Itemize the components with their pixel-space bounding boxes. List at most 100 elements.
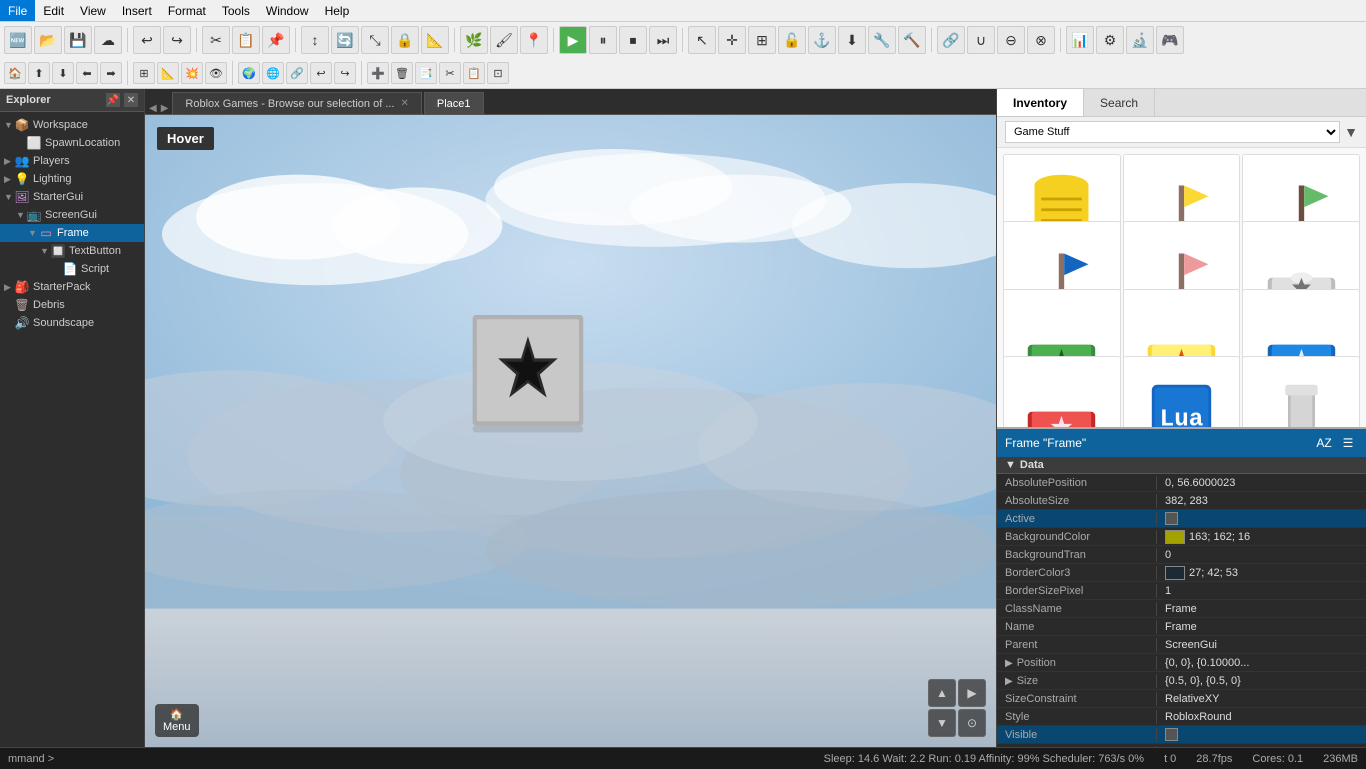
position-expand-icon[interactable]: ▶	[1005, 658, 1013, 669]
prop-value-sizeconstraint[interactable]: RelativeXY	[1157, 692, 1366, 706]
prop-value-zindex[interactable]: 1	[1157, 746, 1366, 748]
menu-button-overlay[interactable]: 🏠 Menu	[155, 704, 199, 737]
tab-browser-close[interactable]: ✕	[401, 98, 409, 109]
toolbar2-delete-button[interactable]: 🗑	[391, 62, 413, 84]
tree-item-spawnlocation[interactable]: ⬜ SpawnLocation	[0, 134, 144, 152]
size-expand-icon[interactable]: ▶	[1005, 676, 1013, 687]
toolbar-lock-button[interactable]: 🔓	[778, 26, 806, 54]
tree-item-screengui[interactable]: ▼ 📺 ScreenGui	[0, 206, 144, 224]
textbutton-arrow[interactable]: ▼	[40, 246, 50, 256]
prop-value-style[interactable]: RobloxRound	[1157, 710, 1366, 724]
tree-item-starterpack[interactable]: ▶ 🎒 StarterPack	[0, 278, 144, 296]
startergui-arrow[interactable]: ▼	[4, 192, 14, 202]
tree-item-textbutton[interactable]: ▼ 🔲 TextButton	[0, 242, 144, 260]
menu-format[interactable]: Format	[160, 0, 214, 21]
prop-value-bordercolor[interactable]: 27; 42; 53	[1157, 565, 1366, 581]
toolbar2-duplicate-button[interactable]: 📑	[415, 62, 437, 84]
viewport[interactable]: Hover 🏠 Menu ▲ ▶ ▼ ⊙	[145, 115, 996, 747]
tree-item-debris[interactable]: 🗑 Debris	[0, 296, 144, 314]
toolbar-select-tool[interactable]: ↖	[688, 26, 716, 54]
menu-edit[interactable]: Edit	[35, 0, 72, 21]
menu-tools[interactable]: Tools	[214, 0, 258, 21]
menu-file[interactable]: File	[0, 0, 35, 21]
starterpack-arrow[interactable]: ▶	[4, 282, 14, 293]
bgcolor-swatch[interactable]	[1165, 530, 1185, 544]
toolbar2-insert-button[interactable]: ➕	[367, 62, 389, 84]
toolbar-separate-button[interactable]: ⊗	[1027, 26, 1055, 54]
toolbar2-home-button[interactable]: 🏠	[4, 62, 26, 84]
inventory-item-12[interactable]	[1242, 356, 1360, 427]
prop-value-bgtran[interactable]: 0	[1157, 548, 1366, 562]
toolbar2-undo-button[interactable]: ↩	[310, 62, 332, 84]
explorer-close-button[interactable]: ✕	[124, 93, 138, 107]
toolbar-undo-button[interactable]: ↩	[133, 26, 161, 54]
active-checkbox[interactable]	[1165, 512, 1178, 525]
toolbar-open-button[interactable]: 📂	[34, 26, 62, 54]
toolbar-terrain-button[interactable]: 🌿	[460, 26, 488, 54]
toolbar-drop-button[interactable]: ⬇	[838, 26, 866, 54]
explorer-pin-button[interactable]: 📌	[106, 93, 120, 107]
tab-place1[interactable]: Place1	[424, 92, 484, 114]
tree-item-players[interactable]: ▶ 👥 Players	[0, 152, 144, 170]
toolbar-transform-tool[interactable]: ✛	[718, 26, 746, 54]
props-sort-alpha-button[interactable]: AZ	[1314, 433, 1334, 453]
toolbar2-world-button[interactable]: 🌐	[262, 62, 284, 84]
visible-checkbox[interactable]	[1165, 728, 1178, 741]
toolbar-scale-button[interactable]: ⤡	[361, 26, 389, 54]
nav-up-button[interactable]: ▲	[928, 679, 956, 707]
nav-zoom-button[interactable]: ⊙	[958, 709, 986, 737]
toolbar2-right-button[interactable]: ➡	[100, 62, 122, 84]
props-sort-cat-button[interactable]: ☰	[1338, 433, 1358, 453]
tree-item-frame[interactable]: ▼ ▭ Frame	[0, 224, 144, 242]
toolbar-snap-button[interactable]: 📐	[421, 26, 449, 54]
toolbar-select-button[interactable]: 📍	[520, 26, 548, 54]
nav-up2-button[interactable]: ▶	[958, 679, 986, 707]
toolbar-run-button[interactable]: ⏭	[649, 26, 677, 54]
prop-value-size[interactable]: {0.5, 0}, {0.5, 0}	[1157, 674, 1366, 688]
explorer-tree[interactable]: ▼ 📦 Workspace ⬜ SpawnLocation ▶ 👥 Player…	[0, 112, 144, 747]
tree-item-soundscape[interactable]: 🔊 Soundscape	[0, 314, 144, 332]
screengui-arrow[interactable]: ▼	[16, 210, 26, 220]
menu-help[interactable]: Help	[317, 0, 358, 21]
toolbar-collision-button[interactable]: 🔒	[391, 26, 419, 54]
toolbar2-down-button[interactable]: ⬇	[52, 62, 74, 84]
toolbar-stop-button[interactable]: ⏹	[619, 26, 647, 54]
toolbar-group-button[interactable]: 🔧	[868, 26, 896, 54]
prop-value-classname[interactable]: Frame	[1157, 602, 1366, 616]
toolbar-explorer-button[interactable]: 📊	[1066, 26, 1094, 54]
prop-value-position[interactable]: {0, 0}, {0.10000...	[1157, 656, 1366, 670]
toolbar-copy-button[interactable]: 📋	[232, 26, 260, 54]
inventory-item-10[interactable]	[1003, 356, 1121, 427]
toolbar-resize-tool[interactable]: ⊞	[748, 26, 776, 54]
tree-item-startergui[interactable]: ▼ 🖼 StarterGui	[0, 188, 144, 206]
inventory-filter-select[interactable]: Game Stuff Models Decals Audio Plugins	[1005, 121, 1340, 143]
toolbar-test-button[interactable]: 🔬	[1126, 26, 1154, 54]
toolbar-paint-button[interactable]: 🖌	[490, 26, 518, 54]
toolbar2-redo-button[interactable]: ↪	[334, 62, 356, 84]
menu-view[interactable]: View	[72, 0, 114, 21]
prop-value-bgcolor[interactable]: 163; 162; 16	[1157, 529, 1366, 545]
toolbar-anchor-button[interactable]: ⚓	[808, 26, 836, 54]
tree-item-workspace[interactable]: ▼ 📦 Workspace	[0, 116, 144, 134]
nav-down-button[interactable]: ▼	[928, 709, 956, 737]
toolbar2-up-button[interactable]: ⬆	[28, 62, 50, 84]
prop-section-data[interactable]: ▼ Data	[997, 457, 1366, 474]
tree-item-script[interactable]: 📄 Script	[0, 260, 144, 278]
toolbar2-grid-button[interactable]: ⊞	[133, 62, 155, 84]
inventory-tab-search[interactable]: Search	[1084, 89, 1155, 116]
toolbar-publish-button[interactable]: ☁	[94, 26, 122, 54]
toolbar-paste-button[interactable]: 📌	[262, 26, 290, 54]
toolbar2-collide-button[interactable]: 💥	[181, 62, 203, 84]
inventory-tab-inventory[interactable]: Inventory	[997, 89, 1084, 116]
toolbar-weld-button[interactable]: 🔗	[937, 26, 965, 54]
tab-scroll-right[interactable]: ▶	[161, 103, 169, 114]
filter-dropdown-arrow[interactable]: ▼	[1344, 124, 1358, 140]
bordercolor-swatch[interactable]	[1165, 566, 1185, 580]
prop-value-absoluteposition[interactable]: 0, 56.6000023	[1157, 476, 1366, 490]
toolbar2-select-all[interactable]: ⊡	[487, 62, 509, 84]
toolbar-pause-button[interactable]: ⏸	[589, 26, 617, 54]
prop-value-visible[interactable]	[1157, 727, 1366, 742]
toolbar2-visible-button[interactable]: 👁	[205, 62, 227, 84]
toolbar-ungroup-button[interactable]: 🔨	[898, 26, 926, 54]
prop-value-name[interactable]: Frame	[1157, 620, 1366, 634]
